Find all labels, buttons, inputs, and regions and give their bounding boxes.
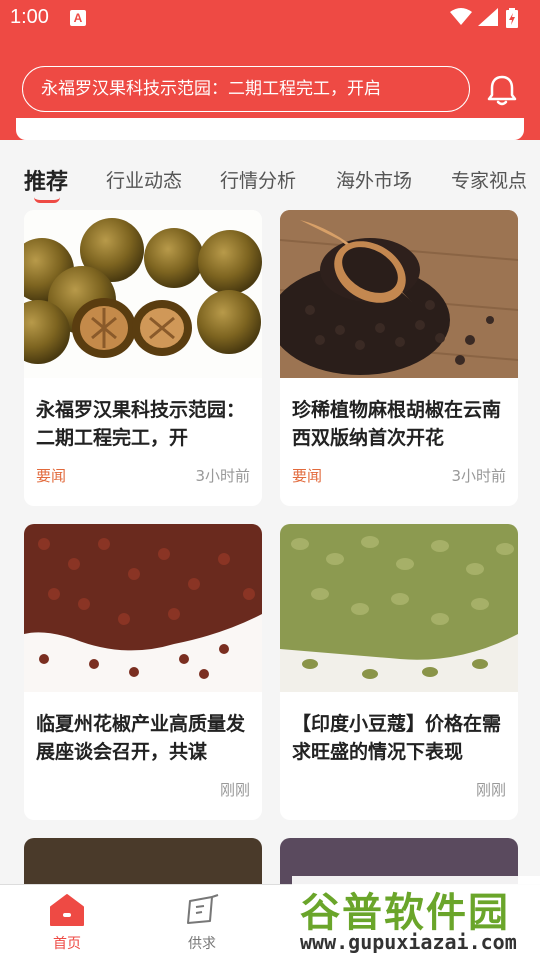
signal-icon xyxy=(478,8,498,26)
tab-expert-view[interactable]: 专家视点 xyxy=(451,166,527,193)
wifi-icon xyxy=(450,8,472,25)
news-title: 永福罗汉果科技示范园：二期工程完工，开 xyxy=(36,399,246,449)
news-image-cardamom xyxy=(280,524,518,692)
status-time: 1:00 xyxy=(10,6,49,28)
notice-card[interactable] xyxy=(16,118,524,140)
category-tabs: 推荐 行业动态 行情分析 海外市场 专家视点 xyxy=(0,152,540,208)
tab-recommend[interactable]: 推荐 xyxy=(24,164,68,196)
status-bar: 1:00 A xyxy=(0,0,540,36)
active-tab-indicator xyxy=(34,197,60,203)
status-indicators xyxy=(450,6,530,30)
news-time: 3小时前 xyxy=(195,467,250,485)
news-card[interactable]: 永福罗汉果科技示范园：二期工程完工，开 要闻 3小时前 xyxy=(24,210,262,506)
news-title: 珍稀植物麻根胡椒在云南西双版纳首次开花 xyxy=(292,399,502,449)
nav-home-label: 首页 xyxy=(53,936,81,952)
news-title: 临夏州花椒产业高质量发展座谈会召开，共谋 xyxy=(36,713,246,763)
tab-overseas-market[interactable]: 海外市场 xyxy=(336,166,412,193)
news-card[interactable]: 珍稀植物麻根胡椒在云南西双版纳首次开花 要闻 3小时前 xyxy=(280,210,518,506)
news-card[interactable]: 【印度小豆蔻】价格在需求旺盛的情况下表现 刚刚 xyxy=(280,524,518,820)
tab-market-analysis[interactable]: 行情分析 xyxy=(220,166,296,193)
nav-home[interactable]: 首页 xyxy=(27,893,107,952)
news-tag: 要闻 xyxy=(36,467,67,485)
bell-icon[interactable] xyxy=(484,72,520,108)
news-image-black-pepper xyxy=(280,210,518,378)
news-title: 【印度小豆蔻】价格在需求旺盛的情况下表现 xyxy=(292,713,502,763)
home-icon xyxy=(50,894,84,926)
news-image-luohanguo xyxy=(24,210,262,378)
news-time: 刚刚 xyxy=(219,781,250,799)
news-image-sichuan-pepper xyxy=(24,524,262,692)
nav-supply[interactable]: 供求 xyxy=(162,893,242,952)
news-card[interactable]: 临夏州花椒产业高质量发展座谈会召开，共谋 刚刚 xyxy=(24,524,262,820)
app-notification-icon: A xyxy=(70,10,86,26)
supply-icon xyxy=(187,894,219,924)
battery-icon xyxy=(506,8,518,28)
news-tag: 要闻 xyxy=(292,467,323,485)
watermark-url: www.gupuxiazai.com xyxy=(300,930,517,954)
tab-industry-news[interactable]: 行业动态 xyxy=(106,166,182,193)
search-input[interactable]: 永福罗汉果科技示范园：二期工程完工，开启 xyxy=(22,66,470,112)
news-time: 刚刚 xyxy=(475,781,506,799)
watermark: 谷普软件园 www.gupuxiazai.com xyxy=(292,876,540,960)
nav-supply-label: 供求 xyxy=(188,936,216,952)
news-time: 3小时前 xyxy=(451,467,506,485)
